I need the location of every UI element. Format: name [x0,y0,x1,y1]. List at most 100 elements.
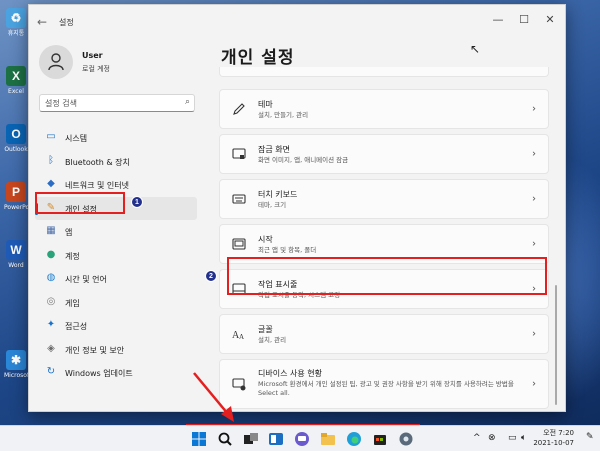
update-icon: ↻ [46,366,56,377]
clock[interactable]: 오전 7:20 2021-10-07 [533,428,574,448]
notification-center-icon[interactable]: ✎ [586,432,594,442]
nav-item-label: 시간 및 언어 [65,275,107,284]
user-name: User [82,51,103,60]
close-button[interactable]: ✕ [543,13,557,26]
volume-icon[interactable]: 🔈︎ [521,433,526,443]
desktop-icon[interactable]: P PowerPoint [4,182,28,212]
nav-item[interactable]: ᛒ Bluetooth & 장치 [35,150,197,174]
settings-card[interactable]: 디바이스 사용 현황 Microsoft 환경에서 개인 설정된 팁, 광고 및 … [219,359,549,409]
chevron-right-icon: › [532,103,536,115]
nav-item[interactable]: ◎ 게임 [35,291,197,315]
chevron-right-icon: › [532,148,536,160]
chevron-up-icon[interactable]: ^ [473,433,481,443]
nav-item[interactable]: ◍ 시간 및 언어 [35,267,197,291]
settings-card[interactable]: A A 글꼴 설치, 관리 › [219,314,549,354]
user-account-type: 로컬 계정 [82,65,110,73]
desktop-icon-label: Outlook [4,146,28,153]
previous-card-edge [219,67,549,77]
nav-item-label: 네트워크 및 인터넷 [65,181,129,190]
search-input[interactable] [40,95,170,111]
nav-item-label: 시스템 [65,134,88,143]
task-view-icon[interactable] [243,431,259,447]
desktop-icon-label: PowerPoint [4,204,28,211]
desktop-icon[interactable]: X Excel [4,66,28,96]
desktop-icon[interactable]: O Outlook [4,124,28,154]
desktop-icon[interactable]: W Word [4,240,28,270]
app-tile-icon: X [6,66,26,86]
keyboard-icon [232,192,246,206]
network-icon[interactable]: ▭ [508,433,517,443]
app-tile-icon: O [6,124,26,144]
settings-search-box[interactable]: ⌕ [39,94,195,112]
chat-icon[interactable] [294,431,310,447]
user-profile[interactable]: User 로컬 계정 [39,45,209,81]
nav-item[interactable]: ↻ Windows 업데이트 [35,361,197,385]
page-title: 개인 설정 [221,48,295,68]
card-title: 테마 [258,100,273,109]
nav-item[interactable]: ● 계정 [35,244,197,268]
card-description: Microsoft 환경에서 개인 설정된 팁, 광고 및 권장 사항을 받기 … [258,380,514,397]
monitor-icon: ▭ [46,131,56,142]
sidebar: User 로컬 계정 ⌕ ▭ 시스템 ᛒ Bluetooth & 장치 ◆ 네트워크 및 … [29,37,219,411]
main-panel: 개인 설정 테마 설치, 만들기, 관리 › 잠금 화면 화면 이미지, 앱, 애니메이… [219,37,565,411]
back-arrow-icon[interactable]: ← [37,15,47,29]
desktop-icon-label: Microsoft [4,372,28,379]
card-description: 설치, 관리 [258,336,287,344]
font-icon: AA [232,327,246,341]
chevron-right-icon: › [532,238,536,250]
wifi-icon: ◆ [47,178,55,189]
step-badge-2: 2 [205,270,217,282]
minimize-button[interactable]: — [491,13,505,26]
card-description: 테마, 크기 [258,201,287,209]
chevron-right-icon: › [532,378,536,390]
maximize-button[interactable]: ☐ [517,13,531,26]
desktop-icon[interactable]: ✱ Microsoft [4,350,28,380]
clock-time: 오전 7:20 [543,429,574,437]
highlight-taskbar-card [227,257,547,295]
nav-item-label: Bluetooth & 장치 [65,157,130,167]
nav-item-label: Windows 업데이트 [65,369,133,378]
desktop-icon-label: 휴지통 [7,30,25,37]
search-icon[interactable] [217,431,233,447]
desktop-icon-label: Excel [8,88,24,95]
card-title: 잠금 화면 [258,145,290,154]
nav-item-label: 개인 정보 및 보안 [65,345,125,355]
settings-card[interactable]: 테마 설치, 만들기, 관리 › [219,89,549,129]
svg-text:A: A [239,333,244,341]
app-tile-icon: ✱ [6,350,26,370]
nav-item[interactable]: ▭ 시스템 [35,126,197,150]
nav-item[interactable]: ▦ 앱 [35,220,197,244]
scrollbar[interactable] [555,285,557,405]
pen-icon [232,102,246,116]
nav-item-label: 게임 [65,298,80,308]
lock-screen-icon [232,147,246,161]
nav-item-label: 앱 [65,228,73,237]
app-tile-icon: ♻ [6,8,26,28]
widgets-icon[interactable] [268,431,284,447]
notification-icon[interactable]: ⊗ [488,433,496,443]
windows-start-icon[interactable] [191,431,207,447]
nav-item[interactable]: ✦ 접근성 [35,314,197,338]
desktop-icon[interactable]: ♻ 휴지통 [4,8,28,38]
nav-list: ▭ 시스템 ᛒ Bluetooth & 장치 ◆ 네트워크 및 인터넷 ✎ 개인 설정 ▦ 앱 ● 계… [35,126,197,385]
person-icon: ● [46,248,56,260]
clock-date: 2021-10-07 [533,439,574,447]
settings-card[interactable]: 터치 키보드테마, 크기 › [219,179,549,219]
settings-card[interactable]: 잠금 화면 화면 이미지, 앱, 애니메이션 잠금 › [219,134,549,174]
file-explorer-icon[interactable] [320,431,336,447]
app-tile-icon: P [6,182,26,202]
edge-icon[interactable] [346,431,362,447]
controller-icon: ◎ [46,295,56,307]
title-bar: ← 설정 — ☐ ✕ [29,5,565,37]
start-icon [232,237,246,251]
nav-item[interactable]: ◈ 개인 정보 및 보안 [35,338,197,362]
search-icon[interactable]: ⌕ [185,97,190,107]
window-title: 설정 [59,18,74,27]
card-title: 터치 키보드 [258,190,298,199]
card-title: 시작 [258,235,273,244]
desktop-icon-label: Word [8,262,24,269]
chevron-right-icon: › [532,193,536,205]
settings-icon[interactable] [398,431,414,447]
store-icon[interactable] [372,431,388,447]
apps-icon: ▦ [46,225,56,236]
